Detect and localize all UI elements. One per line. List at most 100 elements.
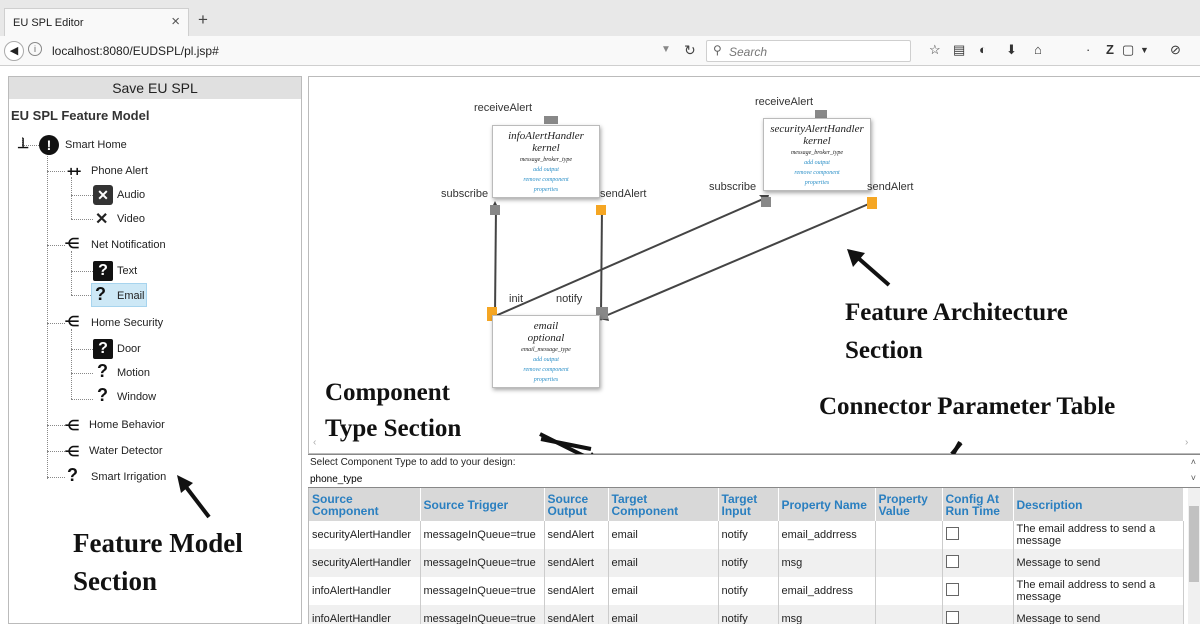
feature-model-panel: Save EU SPL EU SPL Feature Model ⊥ ! Sma…: [8, 76, 302, 624]
component-type: optional: [527, 332, 565, 344]
config-checkbox[interactable]: [945, 527, 959, 540]
component-name: infoAlertHandler: [508, 130, 584, 142]
table-cell: notify: [718, 577, 779, 605]
feature-architecture-canvas[interactable]: receiveAlert infoAlertHandler kernel mes…: [308, 76, 1200, 454]
table-cell: messageInQueue=true: [420, 605, 545, 624]
output-port[interactable]: [596, 205, 606, 215]
extension-icon[interactable]: ⊘: [1170, 42, 1181, 58]
property-value-cell[interactable]: [875, 577, 943, 605]
output-port[interactable]: [867, 197, 877, 209]
x-icon: ✕: [95, 211, 109, 228]
table-cell: sendAlert: [544, 521, 609, 549]
component-type-input[interactable]: [310, 472, 600, 487]
table-cell: email: [608, 577, 719, 605]
table-header-row: Source Component Source Trigger Source O…: [309, 488, 1184, 521]
table-row[interactable]: infoAlertHandler messageInQueue=true sen…: [309, 577, 1184, 605]
chevron-down-icon[interactable]: ▼: [661, 44, 671, 55]
column-header[interactable]: Target Component: [608, 488, 719, 521]
port-label-init: init: [509, 293, 524, 305]
column-header[interactable]: Source Trigger: [420, 488, 545, 521]
scroll-right-icon[interactable]: ›: [1185, 437, 1188, 448]
table-cell: infoAlertHandler: [309, 605, 421, 624]
table-cell: securityAlertHandler: [309, 521, 421, 549]
input-port[interactable]: [490, 205, 500, 215]
properties-link[interactable]: properties: [493, 187, 599, 193]
browser-tab-bar: EU SPL Editor × +: [0, 0, 1200, 36]
table-row[interactable]: infoAlertHandler messageInQueue=true sen…: [309, 605, 1184, 624]
table-cell: sendAlert: [544, 605, 609, 624]
arrow-annotation: [847, 249, 891, 287]
remove-component-link[interactable]: remove component: [493, 367, 599, 373]
component-email[interactable]: email optional email_message_type add ou…: [492, 315, 600, 388]
bookmark-star-icon[interactable]: ☆: [929, 42, 941, 58]
config-checkbox-cell: [942, 605, 1014, 624]
properties-link[interactable]: properties: [493, 377, 599, 383]
column-header[interactable]: Source Component: [309, 488, 421, 521]
add-output-link[interactable]: add output: [764, 160, 870, 166]
tree-label: Text: [117, 265, 138, 277]
config-checkbox[interactable]: [945, 583, 959, 596]
browser-tab[interactable]: EU SPL Editor ×: [4, 8, 189, 36]
url-field[interactable]: localhost:8080/EUDSPL/pl.jsp#: [52, 44, 219, 58]
component-info-alert-handler[interactable]: infoAlertHandler kernel message_broker_t…: [492, 125, 600, 198]
remove-component-link[interactable]: remove component: [493, 177, 599, 183]
reading-list-icon[interactable]: ▤: [953, 42, 965, 58]
property-value-cell[interactable]: [875, 549, 943, 577]
chevron-down-icon[interactable]: ˅: [1191, 473, 1196, 483]
column-header[interactable]: Target Input: [718, 488, 779, 521]
new-tab-icon[interactable]: +: [198, 10, 208, 30]
remove-component-link[interactable]: remove component: [764, 170, 870, 176]
table-cell: msg: [778, 549, 876, 577]
column-header[interactable]: Source Output: [544, 488, 609, 521]
close-icon[interactable]: ×: [171, 13, 180, 30]
port-label-subscribe: subscribe: [709, 181, 757, 193]
input-port[interactable]: [761, 197, 771, 207]
chevron-up-icon[interactable]: ˄: [1191, 457, 1196, 467]
table-cell: email_address: [778, 577, 876, 605]
question-icon: ?: [97, 385, 108, 405]
component-message-type: message_broker_type: [790, 150, 844, 156]
pocket-icon[interactable]: ◐: [979, 42, 987, 57]
component-security-alert-handler[interactable]: securityAlertHandler kernel message_brok…: [763, 118, 871, 191]
properties-link[interactable]: properties: [764, 180, 870, 186]
add-output-link[interactable]: add output: [493, 167, 599, 173]
zotero-icon[interactable]: Z: [1106, 42, 1114, 57]
alt-group-icon: ⋲: [65, 417, 79, 433]
download-icon[interactable]: ⬇: [1006, 42, 1017, 58]
input-port[interactable]: [815, 110, 827, 118]
config-checkbox[interactable]: [945, 611, 959, 624]
column-header[interactable]: Config At Run Time: [942, 488, 1014, 521]
input-port[interactable]: [544, 116, 558, 124]
config-checkbox[interactable]: [945, 555, 959, 568]
collapse-toggle-icon[interactable]: ⊥: [17, 135, 29, 152]
component-type: kernel: [532, 142, 560, 154]
property-value-cell[interactable]: [875, 521, 943, 549]
property-value-cell[interactable]: [875, 605, 943, 624]
column-header[interactable]: Property Name: [778, 488, 876, 521]
table-row[interactable]: securityAlertHandler messageInQueue=true…: [309, 549, 1184, 577]
alt-group-icon: ⋲: [65, 235, 79, 251]
info-icon[interactable]: i: [28, 42, 42, 56]
feature-model-annotation-2: Section: [73, 566, 157, 596]
port-label-receive-alert: receiveAlert: [755, 96, 814, 108]
reload-icon[interactable]: ↻: [684, 42, 696, 59]
table-scrollbar-thumb[interactable]: [1189, 506, 1199, 582]
tree-label: Water Detector: [89, 445, 163, 457]
back-arrow-icon[interactable]: ◀: [4, 41, 24, 61]
column-header[interactable]: Description: [1013, 488, 1184, 521]
scroll-left-icon[interactable]: ‹: [313, 437, 316, 448]
page-icon[interactable]: ▢: [1122, 42, 1134, 58]
question-icon: ?: [67, 465, 78, 485]
tree-node-email[interactable]: ? Email: [91, 283, 147, 307]
column-header[interactable]: Property Value: [875, 488, 943, 521]
home-icon[interactable]: ⌂: [1034, 42, 1042, 57]
table-cell: messageInQueue=true: [420, 549, 545, 577]
browser-nav-bar: ◀ i localhost:8080/EUDSPL/pl.jsp# ▼ ↻ ⚲ …: [0, 36, 1200, 66]
save-button[interactable]: Save EU SPL: [9, 77, 301, 99]
table-row[interactable]: securityAlertHandler messageInQueue=true…: [309, 521, 1184, 549]
chevron-down-icon[interactable]: ▼: [1140, 45, 1149, 55]
tree-label: Smart Home: [65, 139, 127, 151]
table-cell: notify: [718, 521, 779, 549]
add-output-link[interactable]: add output: [493, 357, 599, 363]
search-input[interactable]: ⚲ Search: [706, 40, 911, 62]
